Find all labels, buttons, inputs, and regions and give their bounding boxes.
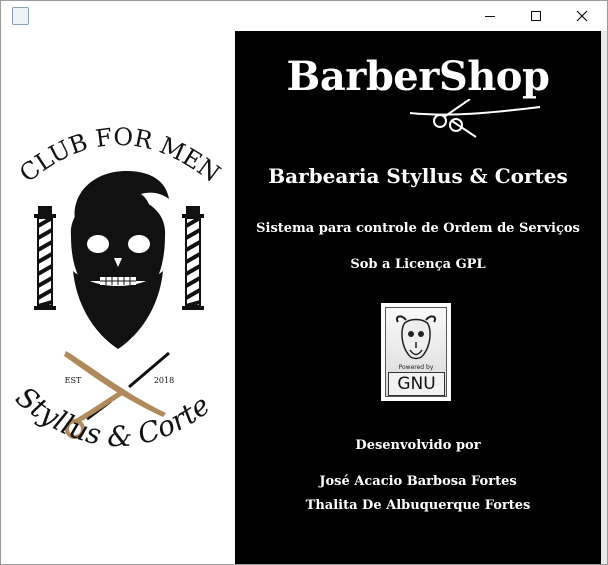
- gnu-head-icon: [396, 315, 436, 360]
- barber-pole-left-icon: [34, 206, 56, 310]
- developer-name: José Acacio Barbosa Fortes: [319, 474, 517, 489]
- background-window-edge: [601, 31, 607, 564]
- barbershop-title: BarberShop: [286, 53, 550, 100]
- maximize-button[interactable]: [513, 1, 559, 31]
- scissors-underline-icon: [410, 99, 541, 138]
- close-icon: [576, 10, 588, 22]
- business-name: Barbearia Styllus & Cortes: [268, 164, 568, 188]
- minimize-button[interactable]: [467, 1, 513, 31]
- logo-est-label: EST: [65, 376, 82, 385]
- about-info-panel: BarberShop Barbearia Styllus & Cortes Si…: [235, 31, 601, 564]
- about-window: CLUB FOR MEN EST 2018 Styllus & Corte Ba…: [0, 0, 608, 565]
- gnu-word: GNU: [388, 372, 445, 396]
- system-description: Sistema para controle de Ordem de Serviç…: [256, 221, 580, 236]
- title-bar[interactable]: [1, 1, 607, 31]
- java-app-icon: [12, 7, 29, 25]
- close-button[interactable]: [559, 1, 605, 31]
- club-for-men-logo: CLUB FOR MEN EST 2018 Styllus & Corte: [1, 5, 225, 453]
- maximize-icon: [531, 11, 541, 21]
- gnu-powered-by: Powered by: [398, 364, 434, 371]
- bearded-skull-icon: [70, 171, 169, 349]
- barber-pole-right-icon: [182, 206, 204, 310]
- developer-name: Thalita De Albuquerque Fortes: [305, 498, 531, 513]
- logo-est-year: 2018: [154, 376, 174, 385]
- license-text: Sob a Licença GPL: [350, 257, 486, 272]
- minimize-icon: [485, 16, 495, 17]
- developed-by-label: Desenvolvido por: [355, 438, 481, 453]
- barbershop-logo-panel: CLUB FOR MEN EST 2018 Styllus & Corte: [1, 5, 235, 564]
- gnu-badge: Powered by GNU: [381, 303, 451, 401]
